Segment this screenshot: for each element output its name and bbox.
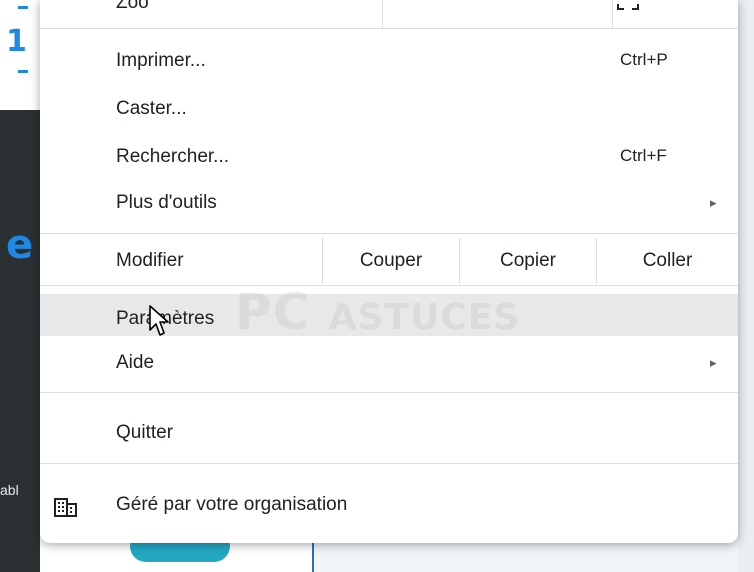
building-icon (54, 496, 78, 524)
menu-divider (40, 392, 738, 393)
menu-item-help[interactable]: Aide ▸ (40, 340, 738, 386)
cut-button[interactable]: Couper (323, 238, 459, 284)
copy-button[interactable]: Copier (460, 238, 596, 284)
edit-label: Modifier (116, 250, 184, 271)
background-glyph: e (6, 222, 34, 268)
menu-item-label: Géré par votre organisation (116, 494, 348, 515)
menu-item-managed-by-organization[interactable]: Géré par votre organisation (40, 482, 738, 528)
edit-row: Modifier Couper Copier Coller (40, 238, 738, 284)
background-content (314, 540, 754, 572)
menu-item-quit[interactable]: Quitter (40, 410, 738, 456)
menu-item-label: Plus d'outils (116, 192, 217, 213)
menu-item-label: Caster... (116, 98, 187, 119)
background-text: abl (0, 482, 19, 498)
submenu-arrow-icon: ▸ (710, 195, 717, 210)
background-dash (18, 6, 28, 9)
menu-divider (40, 233, 738, 234)
menu-item-cast[interactable]: Caster... (40, 86, 738, 132)
background-dark-panel (0, 110, 40, 572)
shortcut-label: Ctrl+P (620, 50, 668, 69)
menu-item-label: Quitter (116, 422, 174, 443)
divider (612, 0, 613, 28)
shortcut-label: Ctrl+F (620, 146, 667, 165)
menu-item-settings[interactable]: Paramètres (40, 296, 738, 342)
menu-item-label: Aide (116, 352, 155, 373)
background-glyph: 1 (6, 24, 27, 59)
menu-divider (40, 463, 738, 464)
zoom-label-clipped: Zoo (116, 0, 149, 13)
submenu-arrow-icon: ▸ (710, 355, 717, 370)
menu-item-print[interactable]: Imprimer... Ctrl+P (40, 38, 738, 84)
menu-item-more-tools[interactable]: Plus d'outils ▸ (40, 180, 738, 226)
browser-menu: Zoo Imprimer... Ctrl+P Caster... Recherc… (40, 0, 738, 543)
mouse-cursor-icon (148, 304, 172, 342)
fullscreen-icon[interactable] (615, 0, 641, 18)
menu-item-find[interactable]: Rechercher... Ctrl+F (40, 134, 738, 180)
background-dash (18, 70, 28, 73)
divider (382, 0, 383, 28)
background-page-right (738, 0, 754, 572)
menu-item-label: Imprimer... (116, 50, 206, 71)
menu-top-row-cut-off: Zoo (40, 0, 738, 29)
menu-item-label: Rechercher... (116, 146, 229, 167)
paste-button[interactable]: Coller (597, 238, 738, 284)
